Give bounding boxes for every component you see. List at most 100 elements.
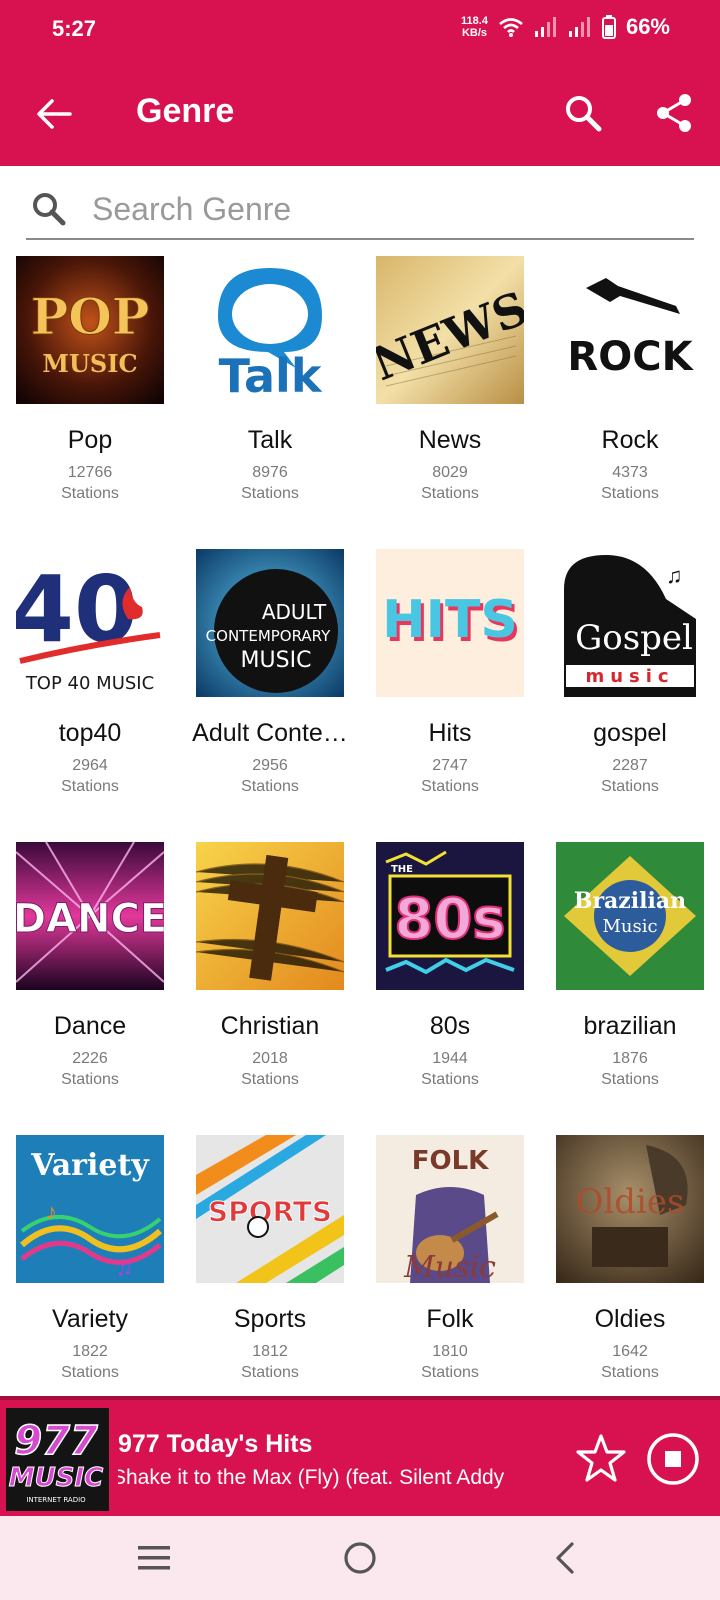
genre-thumbnail: POP MUSIC (16, 256, 164, 404)
top40-art: 40 TOP 40 MUSIC (16, 549, 164, 697)
status-indicators: 118.4 KB/s 66% (461, 14, 670, 40)
network-speed-value: 118.4 (461, 15, 488, 27)
genre-tile-talk[interactable]: Talk Talk 8976 Stations (180, 256, 360, 549)
genre-station-label: Stations (601, 1364, 659, 1381)
genre-tile-variety[interactable]: Variety ♪ ♫ Variety 1822 Stations (0, 1135, 180, 1428)
genre-thumbnail: Brazilian Music (556, 842, 704, 990)
genre-thumbnail: Gospel music ♫ (556, 549, 704, 697)
variety-art-title: Variety (30, 1148, 150, 1183)
genre-station-count: 2956 (252, 757, 288, 774)
genre-tile-gospel[interactable]: Gospel music ♫ gospel 2287 Stations (540, 549, 720, 842)
genre-name: Hits (428, 719, 472, 747)
signal-icon (534, 17, 556, 37)
recents-menu-icon[interactable] (136, 1542, 172, 1574)
stop-icon[interactable] (646, 1432, 700, 1486)
home-circle-icon[interactable] (342, 1540, 378, 1576)
genre-thumbnail: ADULT CONTEMPORARY MUSIC (196, 549, 344, 697)
genre-tile-hits[interactable]: HITS HITS Hits 2747 Stations (360, 549, 540, 842)
adult-art-line1: ADULT (262, 600, 327, 624)
genre-station-count: 8976 (252, 464, 288, 481)
genre-tile-rock[interactable]: ROCK Rock 4373 Stations (540, 256, 720, 549)
genre-name: gospel (593, 719, 667, 747)
dance-art-title: DANCE (16, 896, 164, 942)
track-title: Shake it to the Max (Fly) (feat. Silent … (118, 1466, 550, 1490)
share-icon[interactable] (654, 92, 696, 134)
oldies-art-title: Oldies (576, 1182, 685, 1222)
genre-name: Christian (220, 1012, 320, 1040)
genre-tile-news[interactable]: NEWS News 8029 Stations (360, 256, 540, 549)
app-bar: Genre (0, 62, 720, 166)
genre-tile-folk[interactable]: FOLK Music Folk 1810 Stations (360, 1135, 540, 1428)
search-genre-input[interactable] (90, 186, 674, 232)
music-note-icon: ♫ (666, 563, 683, 588)
genre-station-label: Stations (241, 778, 299, 795)
variety-art: Variety ♪ ♫ (16, 1135, 164, 1283)
station-logo-art: 977 MUSIC INTERNET RADIO (6, 1408, 109, 1511)
music-note-icon: ♪ (46, 1199, 57, 1224)
genre-tile-80s[interactable]: 80s THE 80s 1944 Stations (360, 842, 540, 1135)
genre-station-label: Stations (601, 1071, 659, 1088)
genre-thumbnail: ROCK (556, 256, 704, 404)
brazilian-art-title: Brazilian (574, 888, 686, 914)
hits-art-title: HITS (382, 590, 518, 650)
genre-station-count: 2747 (432, 757, 468, 774)
genre-tile-pop[interactable]: POP MUSIC Pop 12766 Stations (0, 256, 180, 549)
genre-station-label: Stations (61, 485, 119, 502)
genre-name: Dance (53, 1012, 127, 1040)
oldies-art: Oldies (556, 1135, 704, 1283)
genre-thumbnail: SPORTS (196, 1135, 344, 1283)
genre-tile-brazilian[interactable]: Brazilian Music brazilian 1876 Stations (540, 842, 720, 1135)
status-time: 5:27 (52, 16, 97, 41)
genre-tile-oldies[interactable]: Oldies Oldies 1642 Stations (540, 1135, 720, 1428)
rock-art-title: ROCK (567, 334, 694, 380)
80s-art-the: THE (391, 864, 413, 875)
station-logo-number: 977 (14, 1418, 98, 1464)
genre-tile-top40[interactable]: 40 TOP 40 MUSIC top40 2964 Stations (0, 549, 180, 842)
search-bar (26, 182, 694, 240)
search-field-icon (33, 193, 66, 226)
network-speed: 118.4 KB/s (461, 15, 488, 39)
genre-grid: POP MUSIC Pop 12766 Stations Talk Talk 8… (0, 256, 720, 1428)
80s-art: 80s THE (376, 842, 524, 990)
back-chevron-icon[interactable] (552, 1540, 578, 1576)
genre-station-count: 12766 (67, 464, 113, 481)
genre-name: Talk (247, 426, 293, 454)
sports-art: SPORTS (196, 1135, 344, 1283)
gospel-art-title: Gospel (575, 618, 693, 658)
search-icon[interactable] (562, 92, 604, 134)
genre-thumbnail: Talk (196, 256, 344, 404)
genre-station-label: Stations (61, 1071, 119, 1088)
adult-art-line3: MUSIC (241, 648, 312, 673)
genre-name: brazilian (583, 1012, 677, 1040)
talk-art-title: Talk (219, 349, 323, 403)
signal-icon-2 (568, 17, 590, 37)
station-logo-caption: INTERNET RADIO (26, 1496, 86, 1504)
brazilian-art: Brazilian Music (556, 842, 704, 990)
genre-tile-christian[interactable]: Christian 2018 Stations (180, 842, 360, 1135)
genre-name: Folk (426, 1305, 474, 1333)
genre-name: Sports (233, 1305, 307, 1333)
genre-station-count: 8029 (432, 464, 468, 481)
genre-tile-sports[interactable]: SPORTS Sports 1812 Stations (180, 1135, 360, 1428)
favorite-star-icon[interactable] (574, 1432, 628, 1486)
genre-station-count: 1810 (432, 1343, 468, 1360)
now-playing-bar[interactable]: 977 MUSIC INTERNET RADIO 977 Today's Hit… (0, 1396, 720, 1516)
genre-thumbnail (196, 842, 344, 990)
genre-thumbnail: FOLK Music (376, 1135, 524, 1283)
station-name: 977 Today's Hits (118, 1430, 313, 1458)
back-arrow-icon[interactable] (34, 94, 74, 134)
genre-name: Pop (67, 426, 113, 454)
status-bar: 5:27 118.4 KB/s 66% (0, 0, 720, 62)
genre-station-count: 4373 (612, 464, 648, 481)
genre-thumbnail: NEWS (376, 256, 524, 404)
genre-station-count: 1876 (612, 1050, 648, 1067)
genre-station-label: Stations (601, 778, 659, 795)
station-logo: 977 MUSIC INTERNET RADIO (6, 1408, 109, 1511)
gospel-art: Gospel music ♫ (556, 549, 704, 697)
genre-tile-dance[interactable]: DANCE Dance 2226 Stations (0, 842, 180, 1135)
genre-tile-adult-contemporary[interactable]: ADULT CONTEMPORARY MUSIC Adult Conte… 29… (180, 549, 360, 842)
genre-thumbnail: HITS HITS (376, 549, 524, 697)
rock-art: ROCK (556, 256, 704, 404)
genre-thumbnail: Oldies (556, 1135, 704, 1283)
genre-station-label: Stations (421, 485, 479, 502)
